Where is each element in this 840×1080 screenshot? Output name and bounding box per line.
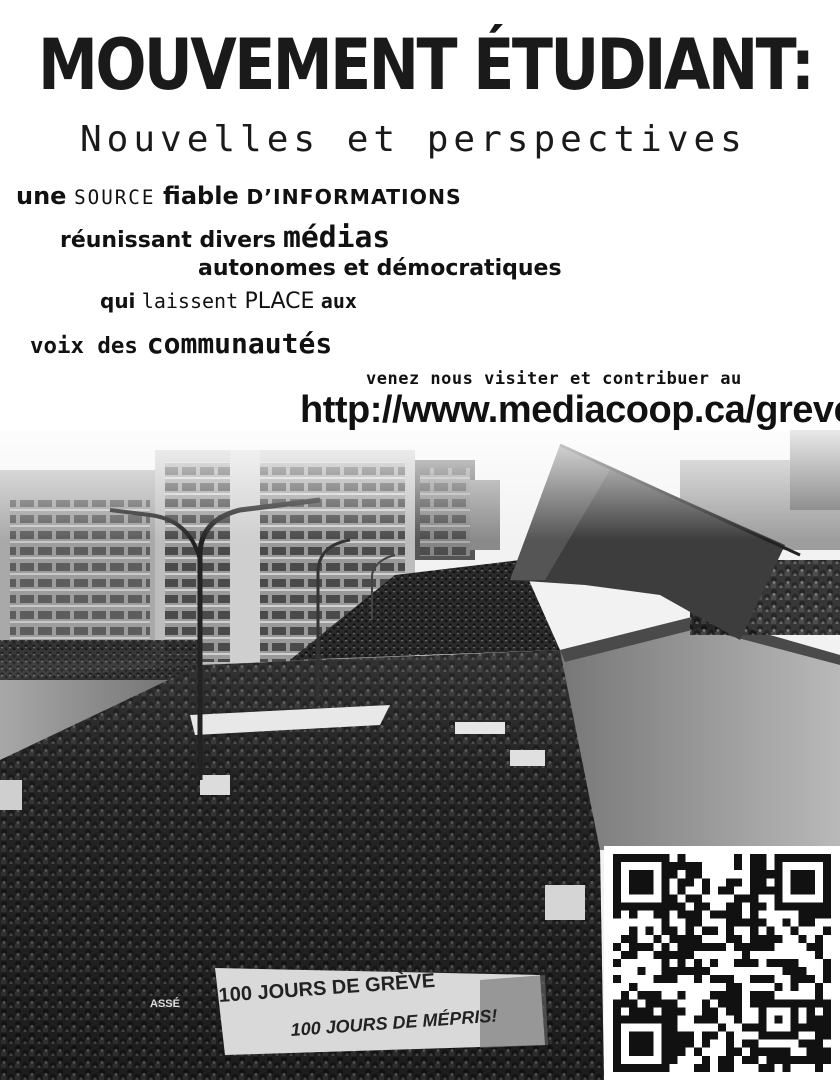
tagline-word: PLACE <box>244 289 315 314</box>
poster-subtitle: Nouvelles et perspectives <box>80 119 747 160</box>
poster-title: MOUVEMENT ÉTUDIANT: <box>38 24 815 106</box>
tagline-word: communautés <box>146 327 333 360</box>
tagline-word: SOURCE <box>74 186 156 209</box>
tagline-line-3: autonomes et démocratiques <box>198 258 562 280</box>
tagline-word: une <box>16 182 67 210</box>
asse-shirt-text: ASSÉ <box>150 998 180 1010</box>
tagline-word: aux <box>320 289 357 313</box>
tagline-word: réunissant divers <box>60 228 277 253</box>
tagline-word: fiable <box>163 182 239 210</box>
tagline-line-2: réunissant divers médias <box>60 223 390 253</box>
visit-text: venez nous visiter et contribuer au <box>366 369 742 389</box>
tagline-word: autonomes et démocratiques <box>198 256 562 281</box>
tagline-word: qui <box>100 289 136 313</box>
tagline-line-1: une SOURCE fiable D’INFORMATIONS <box>16 184 462 208</box>
website-link[interactable]: http://www.mediacoop.ca/greve <box>300 391 840 429</box>
poster: 100 JOURS DE GRÈVE 100 JOURS DE MÉPRIS! … <box>0 0 840 1080</box>
tagline-word: D’INFORMATIONS <box>246 185 462 209</box>
tagline-word: laissent <box>141 289 239 313</box>
tagline-line-5: voix des communautés <box>30 330 332 358</box>
qr-code[interactable] <box>604 846 840 1080</box>
tagline-line-4: qui laissent PLACE aux <box>100 291 357 313</box>
tagline-word: voix des <box>30 333 138 359</box>
tagline-word: médias <box>283 220 391 255</box>
